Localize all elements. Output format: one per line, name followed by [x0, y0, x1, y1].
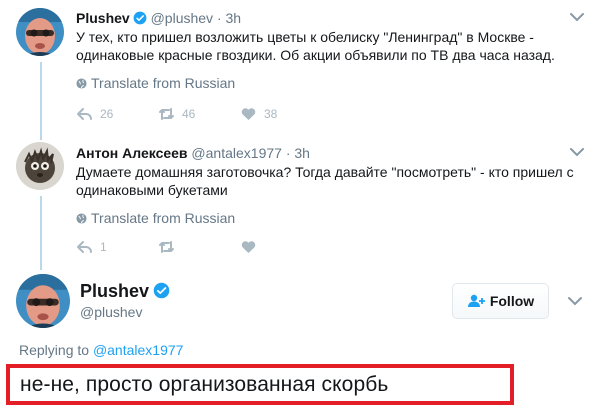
tweet-header: Антон Алексеев @antalex1977 · 3h	[76, 145, 310, 161]
translate-label: Translate from Russian	[91, 75, 236, 91]
verified-badge-icon	[133, 11, 147, 25]
tweet-actions: 26 46 38	[76, 105, 376, 123]
follow-button[interactable]: Follow	[452, 283, 549, 319]
heart-icon	[241, 241, 256, 253]
like-action[interactable]	[240, 238, 264, 256]
translate-link[interactable]: Translate from Russian	[76, 210, 235, 226]
follow-label: Follow	[489, 293, 535, 309]
tweet-text: Думаете домашняя заготовочка? Тогда дава…	[76, 164, 574, 198]
author-handle[interactable]: @plushev	[80, 304, 142, 320]
author-handle[interactable]: @antalex1977	[191, 145, 282, 161]
retweet-count: 46	[182, 107, 196, 121]
reply-icon	[77, 241, 92, 253]
reply-count: 26	[100, 107, 114, 121]
retweet-action[interactable]: 46	[158, 105, 195, 123]
chevron-down-icon[interactable]	[568, 296, 582, 306]
verified-badge-icon	[153, 282, 170, 299]
translate-label: Translate from Russian	[91, 210, 236, 226]
add-user-icon	[467, 294, 485, 307]
reply-text-highlight: не-не, просто организованная скорбь	[6, 364, 514, 405]
reply-icon	[77, 108, 92, 120]
chevron-down-icon[interactable]	[570, 147, 584, 157]
retweet-icon	[159, 241, 174, 253]
like-count: 38	[264, 107, 278, 121]
avatar[interactable]	[16, 142, 64, 190]
timestamp[interactable]: 3h	[294, 145, 310, 161]
thread-line	[40, 196, 42, 270]
timestamp[interactable]: 3h	[226, 10, 242, 26]
author-name[interactable]: Plushev	[80, 281, 170, 302]
author-name-label: Plushev	[80, 281, 150, 301]
translate-link[interactable]: Translate from Russian	[76, 75, 235, 91]
globe-icon	[76, 78, 87, 89]
separator-dot: ·	[216, 10, 222, 26]
author-name[interactable]: Антон Алексеев	[76, 145, 188, 161]
tweet-actions: 1	[76, 238, 376, 256]
tweet-text: У тех, кто пришел возложить цветы к обел…	[76, 29, 555, 63]
heart-icon	[241, 108, 256, 120]
author-name[interactable]: Plushev	[76, 10, 130, 26]
tweet-header: Plushev @plushev · 3h	[76, 10, 241, 26]
author-handle[interactable]: @plushev	[151, 10, 213, 26]
thread-line	[40, 62, 42, 140]
avatar[interactable]	[16, 274, 70, 328]
globe-icon	[76, 213, 87, 224]
reply-action[interactable]: 26	[76, 105, 113, 123]
reply-action[interactable]: 1	[76, 238, 107, 256]
reply-text: не-не, просто организованная скорбь	[20, 372, 389, 396]
like-action[interactable]: 38	[240, 105, 277, 123]
chevron-down-icon[interactable]	[570, 12, 584, 22]
retweet-icon	[159, 108, 174, 120]
retweet-action[interactable]	[158, 238, 182, 256]
replying-to: Replying to @antalex1977	[19, 342, 183, 358]
replying-prefix: Replying to	[19, 342, 90, 358]
separator-dot: ·	[285, 145, 291, 161]
avatar[interactable]	[16, 8, 64, 56]
reply-count: 1	[100, 240, 107, 254]
replying-handle-link[interactable]: @antalex1977	[93, 342, 184, 358]
